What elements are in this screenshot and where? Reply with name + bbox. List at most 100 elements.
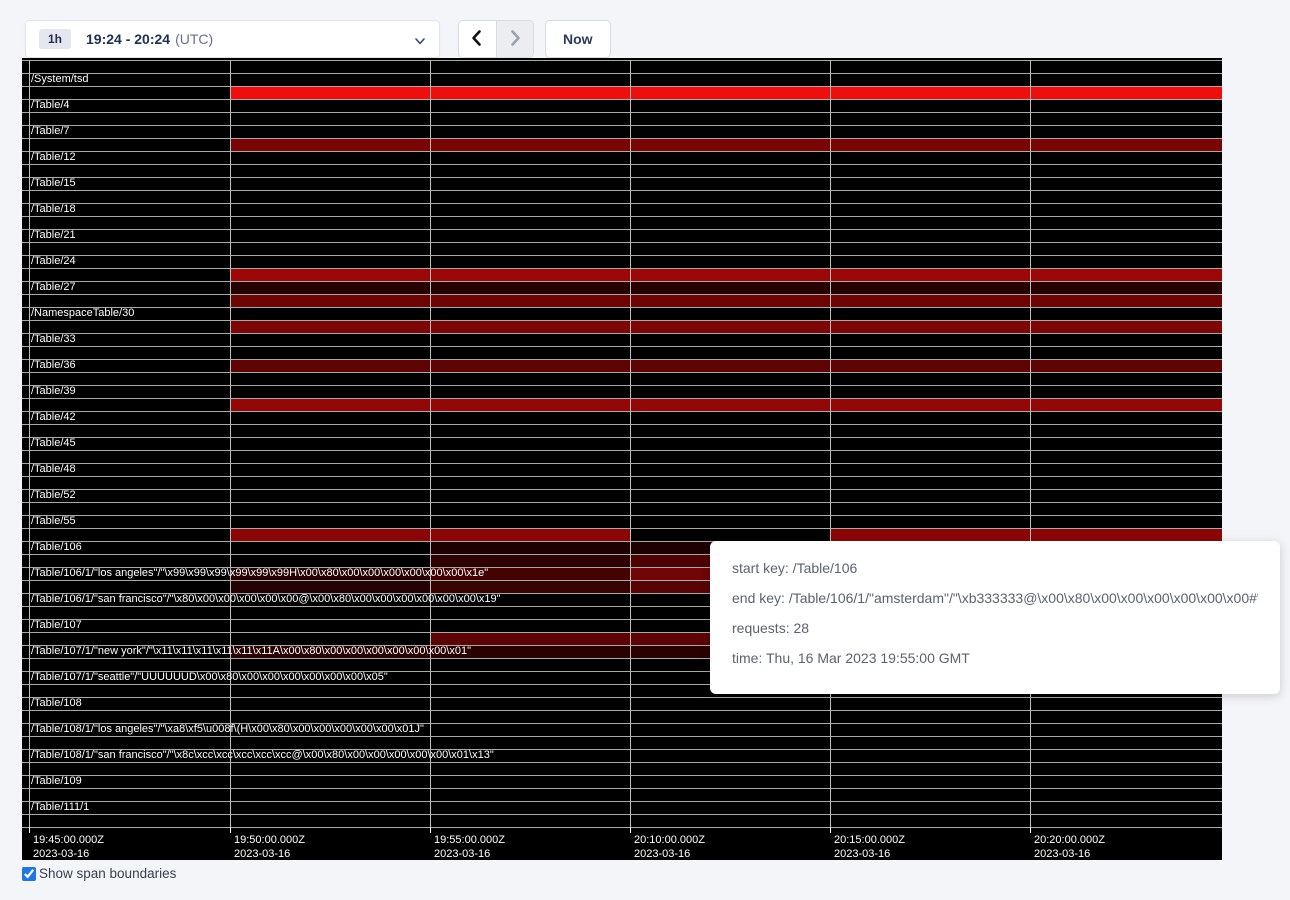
show-span-boundaries-checkbox[interactable] (22, 867, 36, 881)
hover-tooltip: start key: /Table/106 end key: /Table/10… (710, 541, 1280, 694)
span-boundary-line (22, 216, 1222, 217)
span-label: /Table/21 (31, 229, 76, 242)
heat-band (230, 399, 1222, 411)
span-boundary-line (22, 320, 1222, 321)
span-boundary-line (22, 515, 1222, 516)
span-label: /Table/33 (31, 333, 76, 346)
heat-band (230, 269, 1222, 281)
span-label: /Table/24 (31, 255, 76, 268)
heat-band (230, 295, 1222, 307)
axis-tick (430, 827, 431, 833)
time-nav-group (458, 20, 534, 58)
span-boundary-line (22, 489, 1222, 490)
heat-band (430, 555, 630, 567)
span-label: /Table/108/1/"san francisco"/"\x8c\xcc\x… (31, 749, 494, 762)
time-gridline (1030, 60, 1031, 827)
span-boundary-line (22, 463, 1222, 464)
span-label: /Table/12 (31, 151, 76, 164)
span-boundary-line (22, 73, 1222, 74)
span-label: /Table/106 (31, 541, 82, 554)
span-boundary-line (22, 268, 1222, 269)
span-boundary-line (22, 164, 1222, 165)
span-label: /Table/109 (31, 775, 82, 788)
span-label: /Table/108 (31, 697, 82, 710)
span-boundary-line (22, 827, 1222, 828)
heat-band (830, 529, 1222, 541)
span-label: /Table/52 (31, 489, 76, 502)
span-boundary-line (22, 476, 1222, 477)
span-label: /Table/18 (31, 203, 76, 216)
time-gridline (29, 60, 30, 827)
axis-tick (29, 827, 30, 833)
show-span-boundaries-control[interactable]: Show span boundaries (22, 866, 176, 881)
tooltip-end-key: end key: /Table/106/1/"amsterdam"/"\xb33… (732, 590, 1258, 606)
span-boundary-line (22, 125, 1222, 126)
span-boundary-line (22, 450, 1222, 451)
heat-band (430, 581, 630, 593)
span-boundary-line (22, 385, 1222, 386)
span-boundary-line (22, 359, 1222, 360)
span-boundary-line (22, 242, 1222, 243)
axis-tick-label: 19:55:00.000Z2023-03-16 (434, 833, 505, 860)
span-boundary-line (22, 151, 1222, 152)
span-boundary-line (22, 762, 1222, 763)
chevron-left-icon (469, 29, 485, 50)
axis-tick-label: 20:15:00.000Z2023-03-16 (834, 833, 905, 860)
heat-band (230, 139, 1222, 151)
prev-range-button[interactable] (459, 21, 496, 57)
next-range-button[interactable] (496, 21, 534, 57)
range-text: 19:24 - 20:24 (86, 31, 170, 47)
span-label: /Table/7 (31, 125, 70, 138)
axis-tick-label: 20:20:00.000Z2023-03-16 (1034, 833, 1105, 860)
span-label: /Table/111/1 (31, 801, 89, 814)
span-label: /NamespaceTable/30 (31, 307, 134, 320)
span-boundary-line (22, 99, 1222, 100)
span-boundary-line (22, 86, 1222, 87)
span-boundary-line (22, 281, 1222, 282)
span-boundary-line (22, 138, 1222, 139)
span-boundary-line (22, 294, 1222, 295)
span-boundary-line (22, 190, 1222, 191)
range-duration-badge: 1h (39, 29, 71, 49)
key-visualizer-heatmap[interactable]: /System/tsd/Table/4/Table/7/Table/12/Tab… (22, 58, 1222, 860)
span-boundary-line (22, 502, 1222, 503)
span-boundary-line (22, 229, 1222, 230)
span-boundary-line (22, 528, 1222, 529)
span-label: /Table/27 (31, 281, 76, 294)
span-label: /Table/108/1/"los angeles"/"\xa8\xf5\u00… (31, 723, 424, 736)
span-boundary-line (22, 307, 1222, 308)
time-range-selector[interactable]: 1h 19:24 - 20:24 (UTC) (25, 20, 440, 58)
span-label: /Table/45 (31, 437, 76, 450)
heat-band (230, 360, 1222, 372)
span-label: /Table/15 (31, 177, 76, 190)
span-boundary-line (22, 710, 1222, 711)
span-label: /Table/42 (31, 411, 76, 424)
heat-band (230, 581, 430, 593)
span-label: /System/tsd (31, 73, 88, 86)
time-gridline (830, 60, 831, 827)
axis-tick-label: 19:45:00.000Z2023-03-16 (33, 833, 104, 860)
tooltip-requests: requests: 28 (732, 620, 1258, 636)
span-boundary-line (22, 398, 1222, 399)
span-label: /Table/107 (31, 619, 82, 632)
axis-tick-label: 20:10:00.000Z2023-03-16 (634, 833, 705, 860)
now-button[interactable]: Now (545, 20, 611, 58)
span-boundary-line (22, 424, 1222, 425)
span-boundary-line (22, 112, 1222, 113)
span-boundary-line (22, 177, 1222, 178)
span-boundary-line (22, 203, 1222, 204)
heat-band (230, 321, 1222, 333)
span-label: /Table/106/1/"san francisco"/"\x80\x00\x… (31, 593, 501, 606)
chevron-down-icon (414, 34, 426, 52)
span-boundary-line (22, 814, 1222, 815)
heat-band (230, 87, 1222, 99)
span-boundary-line (22, 437, 1222, 438)
span-label: /Table/106/1/"los angeles"/"\x99\x99\x99… (31, 567, 488, 580)
span-boundary-line (22, 60, 1222, 61)
span-label: /Table/4 (31, 99, 70, 112)
show-span-boundaries-label: Show span boundaries (39, 866, 176, 881)
span-label: /Table/107/1/"seattle"/"UUUUUUD\x00\x80\… (31, 671, 388, 684)
axis-tick-label: 19:50:00.000Z2023-03-16 (234, 833, 305, 860)
span-boundary-line (22, 411, 1222, 412)
span-label: /Table/39 (31, 385, 76, 398)
